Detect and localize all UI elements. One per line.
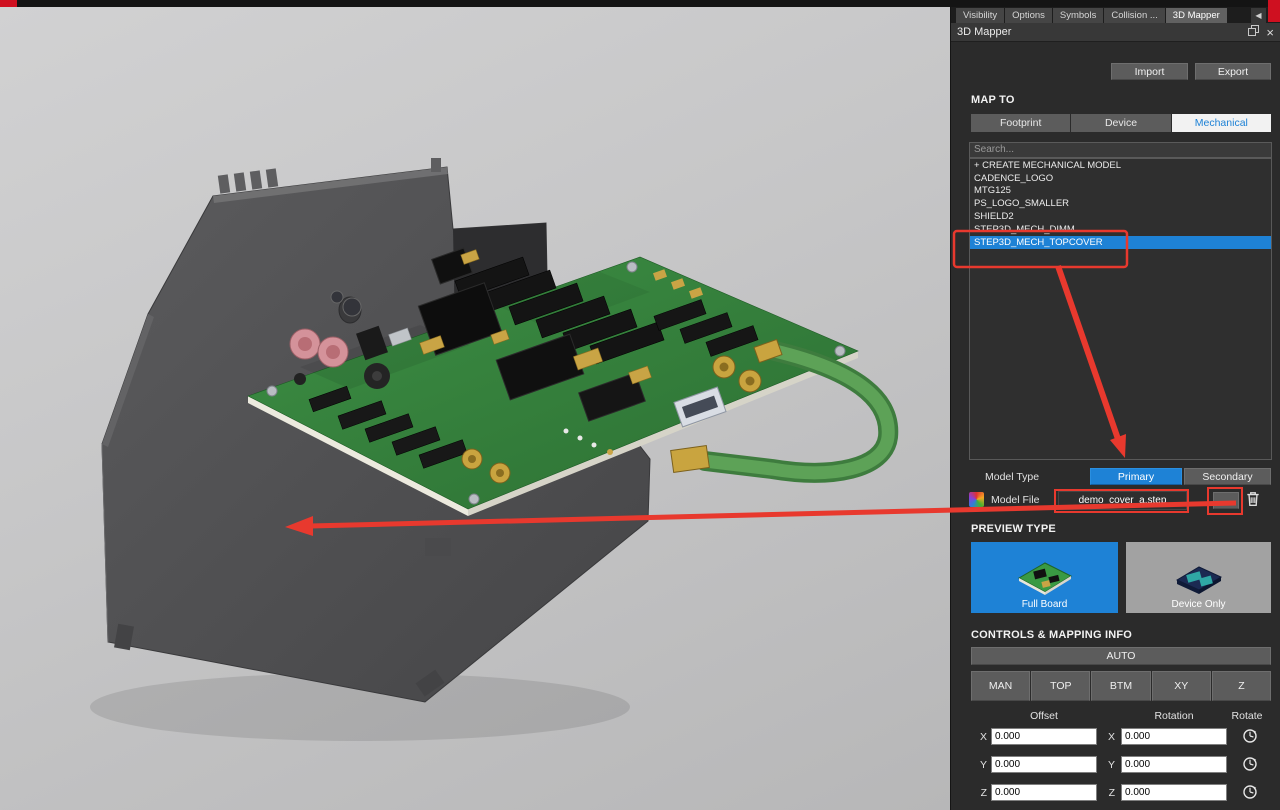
3d-viewport[interactable]	[0, 7, 950, 810]
tab-3d-mapper[interactable]: 3D Mapper	[1166, 8, 1227, 23]
browse-button[interactable]: ...	[1213, 492, 1239, 509]
float-panel-icon[interactable]	[1248, 25, 1259, 39]
tab-visibility[interactable]: Visibility	[956, 8, 1004, 23]
map-to-heading: MAP TO	[971, 94, 1015, 106]
flex-connector	[671, 446, 710, 473]
list-item-selected[interactable]: STEP3D_MECH_TOPCOVER	[970, 236, 1271, 249]
rotate-column-header: Rotate	[1223, 710, 1271, 722]
panel-body: Import Export MAP TO Footprint Device Me…	[951, 42, 1280, 810]
preview-device-only-label: Device Only	[1172, 599, 1226, 610]
offset-z-input[interactable]	[991, 784, 1097, 801]
preview-type-heading: PREVIEW TYPE	[971, 523, 1056, 535]
import-button[interactable]: Import	[1111, 63, 1188, 80]
collapse-panel-icon[interactable]: ◀	[1251, 8, 1266, 23]
list-item[interactable]: CADENCE_LOGO	[970, 172, 1271, 185]
export-button[interactable]: Export	[1195, 63, 1271, 80]
btm-button[interactable]: BTM	[1091, 671, 1150, 701]
offset-column-header: Offset	[991, 710, 1097, 722]
device-only-thumbnail	[1167, 554, 1231, 598]
offset-y-label: Y	[975, 759, 987, 771]
window-close-accent[interactable]	[1268, 0, 1280, 22]
man-button[interactable]: MAN	[971, 671, 1030, 701]
delete-model-icon[interactable]	[1245, 490, 1265, 510]
close-panel-icon[interactable]: ×	[1266, 27, 1274, 38]
tab-options[interactable]: Options	[1005, 8, 1052, 23]
rotation-column-header: Rotation	[1121, 710, 1227, 722]
model-type-primary-button[interactable]: Primary	[1090, 468, 1182, 485]
search-input[interactable]	[969, 142, 1272, 158]
list-item[interactable]: MTG125	[970, 185, 1271, 198]
list-item-create[interactable]: + CREATE MECHANICAL MODEL	[970, 159, 1271, 172]
model-file-value[interactable]: demo_cover_a.step	[1058, 491, 1187, 510]
panel-title: 3D Mapper	[957, 26, 1011, 38]
pcb-assembly-scene	[0, 7, 950, 810]
auto-button[interactable]: AUTO	[971, 647, 1271, 665]
offset-x-input[interactable]	[991, 728, 1097, 745]
model-file-label: Model File	[991, 494, 1039, 506]
dock-tab-bar: Visibility Options Symbols Collision ...…	[951, 7, 1280, 23]
mechanical-model-list: + CREATE MECHANICAL MODEL CADENCE_LOGO M…	[969, 158, 1272, 460]
tab-symbols[interactable]: Symbols	[1053, 8, 1103, 23]
model-type-label: Model Type	[985, 471, 1039, 483]
rotation-y-input[interactable]	[1121, 756, 1227, 773]
offset-y-input[interactable]	[991, 756, 1097, 773]
tab-collision[interactable]: Collision ...	[1104, 8, 1164, 23]
3d-mapper-panel: Visibility Options Symbols Collision ...…	[950, 7, 1280, 810]
offset-x-label: X	[975, 731, 987, 743]
map-to-tabs: Footprint Device Mechanical	[971, 114, 1271, 132]
panel-header: 3D Mapper ×	[951, 23, 1280, 42]
preview-full-board-tile[interactable]: Full Board	[971, 542, 1118, 613]
list-item[interactable]: STEP3D_MECH_DIMM	[970, 223, 1271, 236]
window-titlebar	[0, 0, 1280, 7]
rotate-y-icon[interactable]	[1241, 755, 1259, 773]
rotate-z-icon[interactable]	[1241, 783, 1259, 801]
xy-button[interactable]: XY	[1152, 671, 1211, 701]
rotation-x-input[interactable]	[1121, 728, 1227, 745]
titlebar-accent-icon	[0, 0, 17, 7]
rotation-x-label: X	[1103, 731, 1115, 743]
rotate-x-icon[interactable]	[1241, 727, 1259, 745]
model-file-icon	[969, 492, 984, 507]
preview-device-only-tile[interactable]: Device Only	[1126, 542, 1271, 613]
list-item[interactable]: SHIELD2	[970, 210, 1271, 223]
top-button[interactable]: TOP	[1031, 671, 1090, 701]
rotation-y-label: Y	[1103, 759, 1115, 771]
cover-side-tab	[425, 538, 451, 556]
rotation-z-input[interactable]	[1121, 784, 1227, 801]
mode-button-row: MAN TOP BTM XY Z	[971, 671, 1271, 701]
controls-heading: CONTROLS & MAPPING INFO	[971, 629, 1132, 641]
model-type-secondary-button[interactable]: Secondary	[1184, 468, 1271, 485]
rotation-z-label: Z	[1103, 787, 1115, 799]
z-button[interactable]: Z	[1212, 671, 1271, 701]
list-item[interactable]: PS_LOGO_SMALLER	[970, 197, 1271, 210]
offset-z-label: Z	[975, 787, 987, 799]
map-tab-device[interactable]: Device	[1071, 114, 1170, 132]
full-board-thumbnail	[1013, 554, 1077, 598]
map-tab-mechanical[interactable]: Mechanical	[1172, 114, 1271, 132]
preview-full-board-label: Full Board	[1022, 599, 1068, 610]
map-tab-footprint[interactable]: Footprint	[971, 114, 1070, 132]
